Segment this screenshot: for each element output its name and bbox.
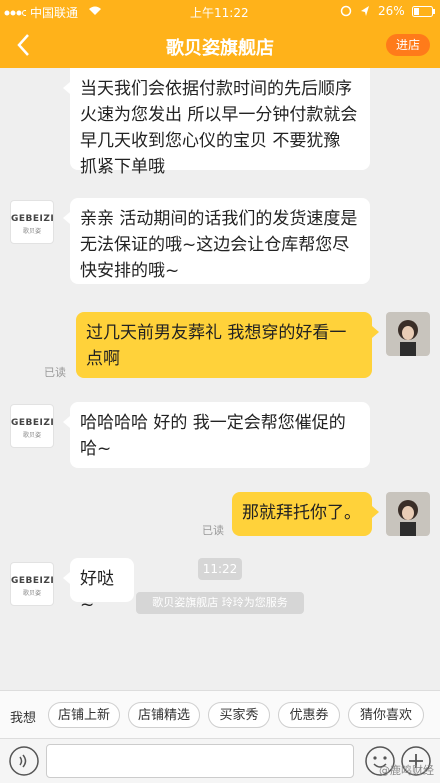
chip-guess-you-like[interactable]: 猜你喜欢 bbox=[348, 702, 424, 728]
brand-name: GEBEIZI bbox=[11, 214, 55, 224]
status-time: 上午11:22 bbox=[190, 6, 249, 20]
message-bubble: 哈哈哈哈 好的 我一定会帮您催促的哈~ bbox=[63, 402, 370, 468]
message-input[interactable] bbox=[46, 744, 354, 778]
signal-icon bbox=[4, 6, 28, 20]
message-bubble: 亲亲 活动期间的话我们的发货速度是无法保证的哦~这边会让仓库帮您尽快安排的哦~ bbox=[63, 198, 370, 284]
battery-icon bbox=[412, 6, 436, 20]
chip-buyer-show[interactable]: 买家秀 bbox=[208, 702, 270, 728]
quick-reply-bar: 我想 店铺上新 店铺精选 买家秀 优惠券 猜你喜欢 bbox=[0, 690, 440, 739]
chip-coupons[interactable]: 优惠券 bbox=[278, 702, 340, 728]
chip-featured[interactable]: 店铺精选 bbox=[128, 702, 200, 728]
input-bar bbox=[0, 738, 440, 783]
chip-new-arrivals[interactable]: 店铺上新 bbox=[48, 702, 120, 728]
watermark: @鹿鸣财经 bbox=[379, 764, 434, 777]
brand-subname: 歌贝姿 bbox=[22, 432, 41, 439]
brand-name: GEBEIZI bbox=[11, 576, 55, 586]
brand-subname: 歌贝姿 bbox=[22, 590, 41, 597]
carrier-label: 中国联通 bbox=[30, 6, 79, 20]
brand-name: GEBEIZI bbox=[11, 418, 55, 428]
battery-percent: 26% bbox=[378, 4, 405, 18]
message-bubble: 那就拜托你了。 bbox=[232, 492, 379, 536]
wifi-icon bbox=[88, 5, 102, 19]
brand-subname: 歌贝姿 bbox=[22, 228, 41, 235]
timestamp: 11:22 bbox=[198, 558, 242, 580]
service-notice: 歌贝姿旗舰店 玲玲为您服务 bbox=[136, 592, 304, 614]
read-status: 已读 bbox=[202, 524, 224, 537]
shop-avatar[interactable]: GEBEIZI 歌贝姿 bbox=[10, 200, 54, 244]
message-bubble: 当天我们会依据付款时间的先后顺序火速为您发出 所以早一分钟付款就会早几天收到您心… bbox=[63, 68, 370, 177]
read-status: 已读 bbox=[44, 366, 66, 379]
enter-store-button[interactable]: 进店 bbox=[386, 34, 430, 56]
shop-avatar[interactable]: GEBEIZI 歌贝姿 bbox=[10, 562, 54, 606]
message-bubble: 好哒~ bbox=[63, 558, 134, 615]
header-bar: 歌贝姿旗舰店 进店 bbox=[0, 22, 440, 68]
message-bubble: 过几天前男友葬礼 我想穿的好看一点啊 bbox=[76, 312, 379, 378]
user-avatar[interactable] bbox=[386, 492, 430, 536]
voice-icon bbox=[9, 746, 39, 776]
page-title: 歌贝姿旗舰店 bbox=[166, 38, 274, 59]
status-bar: 中国联通 上午11:22 26% bbox=[0, 0, 440, 22]
location-icon bbox=[360, 5, 370, 20]
alarm-icon bbox=[340, 5, 352, 20]
quick-label: 我想 bbox=[10, 711, 37, 726]
voice-button[interactable] bbox=[8, 745, 40, 777]
shop-avatar[interactable]: GEBEIZI 歌贝姿 bbox=[10, 404, 54, 448]
user-avatar[interactable] bbox=[386, 312, 430, 356]
